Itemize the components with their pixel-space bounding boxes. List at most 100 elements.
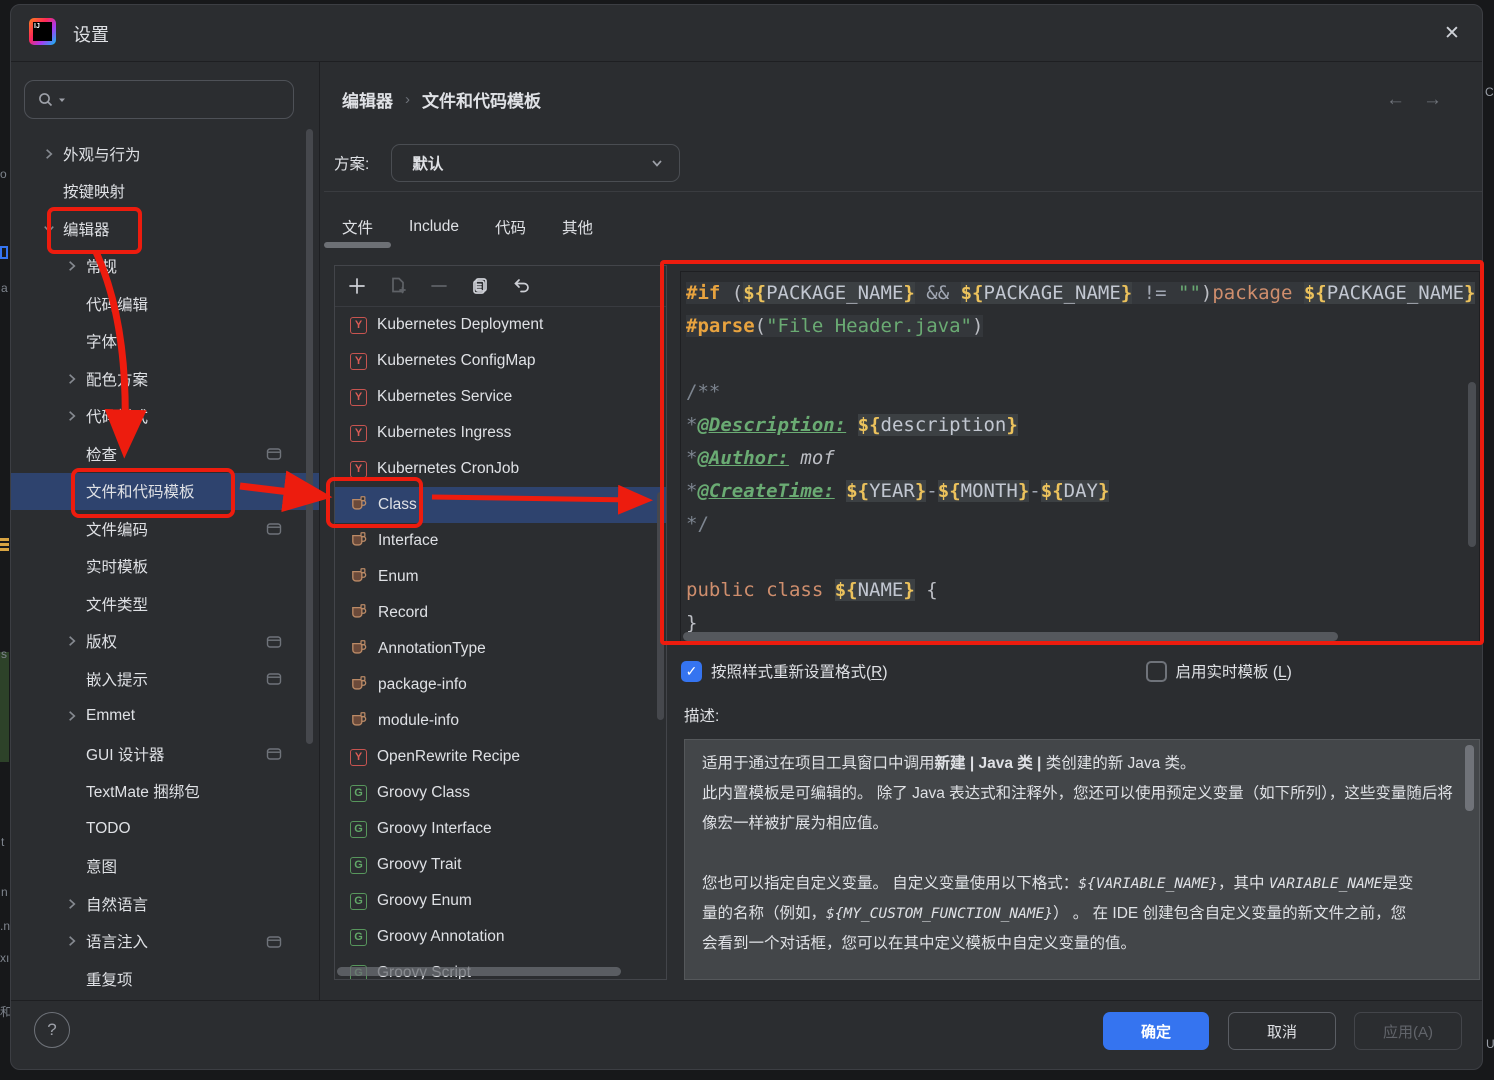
help-button[interactable]: ? xyxy=(34,1012,70,1048)
chevron-right-icon[interactable] xyxy=(64,633,80,649)
settings-sidebar: 外观与行为按键映射编辑器常规代码编辑字体配色方案代码样式检查文件和代码模板文件编… xyxy=(11,62,319,1001)
sidebar-item-editor[interactable]: 编辑器 xyxy=(11,210,319,248)
groovy-file-icon: G xyxy=(350,857,367,874)
breadcrumb-editor[interactable]: 编辑器 xyxy=(342,87,393,112)
template-item-groovy-trait[interactable]: G Groovy Trait xyxy=(335,847,666,883)
scheme-row: 方案: 默认 xyxy=(334,144,680,182)
template-list-vscrollbar[interactable] xyxy=(657,492,664,720)
chevron-right-icon[interactable] xyxy=(64,708,80,724)
code-line xyxy=(686,541,1465,574)
chevron-right-icon[interactable] xyxy=(64,408,80,424)
template-item-openrewrite-recipe[interactable]: YOpenRewrite Recipe xyxy=(335,739,666,775)
sidebar-item-natural-languages[interactable]: 自然语言 xyxy=(11,885,319,923)
sidebar-item-color-scheme[interactable]: 配色方案 xyxy=(11,360,319,398)
template-item-groovy-enum[interactable]: GGroovy Enum xyxy=(335,883,666,919)
background-fragment: C xyxy=(1485,86,1494,98)
duplicate-template-button[interactable] xyxy=(469,275,491,297)
template-item-package-info[interactable]: package-info xyxy=(335,667,666,703)
template-item-kubernetes-ingress[interactable]: YKubernetes Ingress xyxy=(335,415,666,451)
template-item-groovy-interface[interactable]: GGroovy Interface xyxy=(335,811,666,847)
sidebar-item-keymap[interactable]: 按键映射 xyxy=(11,173,319,211)
template-item-label: Groovy Trait xyxy=(377,856,461,874)
template-item-label: Kubernetes Service xyxy=(377,388,512,406)
tab-file[interactable]: 文件 xyxy=(324,207,391,247)
sidebar-tree: 外观与行为按键映射编辑器常规代码编辑字体配色方案代码样式检查文件和代码模板文件编… xyxy=(11,135,319,1001)
back-arrow-icon[interactable]: ← xyxy=(1386,89,1405,111)
sidebar-item-file-and-code-templates[interactable]: 文件和代码模板 xyxy=(11,473,319,511)
chevron-down-icon[interactable] xyxy=(41,221,57,237)
project-window-icon xyxy=(266,746,282,767)
sidebar-item-code-style[interactable]: 代码样式 xyxy=(11,398,319,436)
sidebar-item-file-encodings[interactable]: 文件编码 xyxy=(11,510,319,548)
template-item-label: Kubernetes ConfigMap xyxy=(377,352,536,370)
sidebar-item-intentions[interactable]: 意图 xyxy=(11,848,319,886)
create-from-template-button xyxy=(387,275,409,297)
groovy-file-icon: G xyxy=(350,929,367,946)
add-template-button[interactable] xyxy=(346,275,368,297)
yaml-file-icon: Y xyxy=(350,353,367,370)
forward-arrow-icon[interactable]: → xyxy=(1423,89,1442,111)
template-item-enum[interactable]: Enum xyxy=(335,559,666,595)
sidebar-item-label: 意图 xyxy=(86,855,117,877)
sidebar-item-label: 检查 xyxy=(86,443,117,465)
tab-code[interactable]: 代码 xyxy=(477,207,544,247)
sidebar-item-inlay-hints[interactable]: 嵌入提示 xyxy=(11,660,319,698)
sidebar-item-duplicates[interactable]: 重复项 xyxy=(11,960,319,998)
template-item-annotationtype[interactable]: AnnotationType xyxy=(335,631,666,667)
sidebar-item-label: GUI 设计器 xyxy=(86,743,164,765)
tab-include[interactable]: Include xyxy=(391,207,477,247)
template-item-kubernetes-service[interactable]: YKubernetes Service xyxy=(335,379,666,415)
sidebar-item-language-injections[interactable]: 语言注入 xyxy=(11,923,319,961)
reformat-checkbox[interactable]: ✓ xyxy=(681,661,702,682)
checkmark-icon: ✓ xyxy=(686,663,698,680)
sidebar-item-emmet[interactable]: Emmet xyxy=(11,698,319,736)
template-item-record[interactable]: Record xyxy=(335,595,666,631)
history-nav: ← → xyxy=(1386,89,1442,111)
sidebar-item-general[interactable]: 常规 xyxy=(11,248,319,286)
template-item-interface[interactable]: Interface xyxy=(335,523,666,559)
chevron-right-icon[interactable] xyxy=(64,896,80,912)
background-fragment xyxy=(0,538,9,541)
sidebar-item-textmate-bundles[interactable]: TextMate 捆绑包 xyxy=(11,773,319,811)
live-template-checkbox[interactable] xyxy=(1146,661,1167,682)
yaml-file-icon: Y xyxy=(350,425,367,442)
search-icon xyxy=(37,91,55,109)
tab-other[interactable]: 其他 xyxy=(544,207,611,247)
template-item-class[interactable]: Class xyxy=(335,487,666,523)
sidebar-item-live-templates[interactable]: 实时模板 xyxy=(11,548,319,586)
template-list-hscrollbar[interactable] xyxy=(337,967,621,976)
template-item-groovy-annotation[interactable]: GGroovy Annotation xyxy=(335,919,666,955)
reset-template-button[interactable] xyxy=(510,275,532,297)
description-scrollbar[interactable] xyxy=(1465,745,1474,811)
sidebar-item-gui-designer[interactable]: GUI 设计器 xyxy=(11,735,319,773)
sidebar-item-inspections[interactable]: 检查 xyxy=(11,435,319,473)
template-item-kubernetes-deployment[interactable]: YKubernetes Deployment xyxy=(335,307,666,343)
editor-vscrollbar[interactable] xyxy=(1468,382,1476,547)
search-input[interactable] xyxy=(24,80,294,119)
sidebar-item-font[interactable]: 字体 xyxy=(11,323,319,361)
close-icon[interactable]: ✕ xyxy=(1438,19,1466,47)
sidebar-item-copyright[interactable]: 版权 xyxy=(11,623,319,661)
ok-button[interactable]: 确定 xyxy=(1103,1012,1209,1050)
sidebar-item-todo[interactable]: TODO xyxy=(11,810,319,848)
scheme-dropdown[interactable]: 默认 xyxy=(391,144,680,182)
code-line: *@CreateTime: ${YEAR}-${MONTH}-${DAY} xyxy=(686,475,1465,508)
search-options-chevron-icon xyxy=(57,95,67,105)
sidebar-item-code-editing[interactable]: 代码编辑 xyxy=(11,285,319,323)
chevron-right-icon[interactable] xyxy=(41,146,57,162)
project-window-icon xyxy=(266,671,282,692)
editor-hscrollbar[interactable] xyxy=(683,632,1338,641)
java-class-icon xyxy=(350,674,368,697)
chevron-right-icon[interactable] xyxy=(64,371,80,387)
sidebar-scrollbar[interactable] xyxy=(306,129,313,744)
template-item-kubernetes-cronjob[interactable]: YKubernetes CronJob xyxy=(335,451,666,487)
template-item-module-info[interactable]: module-info xyxy=(335,703,666,739)
template-item-kubernetes-configmap[interactable]: Y Kubernetes ConfigMap xyxy=(335,343,666,379)
template-item-groovy-class[interactable]: GGroovy Class xyxy=(335,775,666,811)
template-editor[interactable]: #if (${PACKAGE_NAME} && ${PACKAGE_NAME} … xyxy=(680,271,1480,645)
sidebar-item-appearance-behavior[interactable]: 外观与行为 xyxy=(11,135,319,173)
chevron-right-icon[interactable] xyxy=(64,933,80,949)
sidebar-item-file-types[interactable]: 文件类型 xyxy=(11,585,319,623)
cancel-button[interactable]: 取消 xyxy=(1228,1012,1336,1050)
chevron-right-icon[interactable] xyxy=(64,258,80,274)
